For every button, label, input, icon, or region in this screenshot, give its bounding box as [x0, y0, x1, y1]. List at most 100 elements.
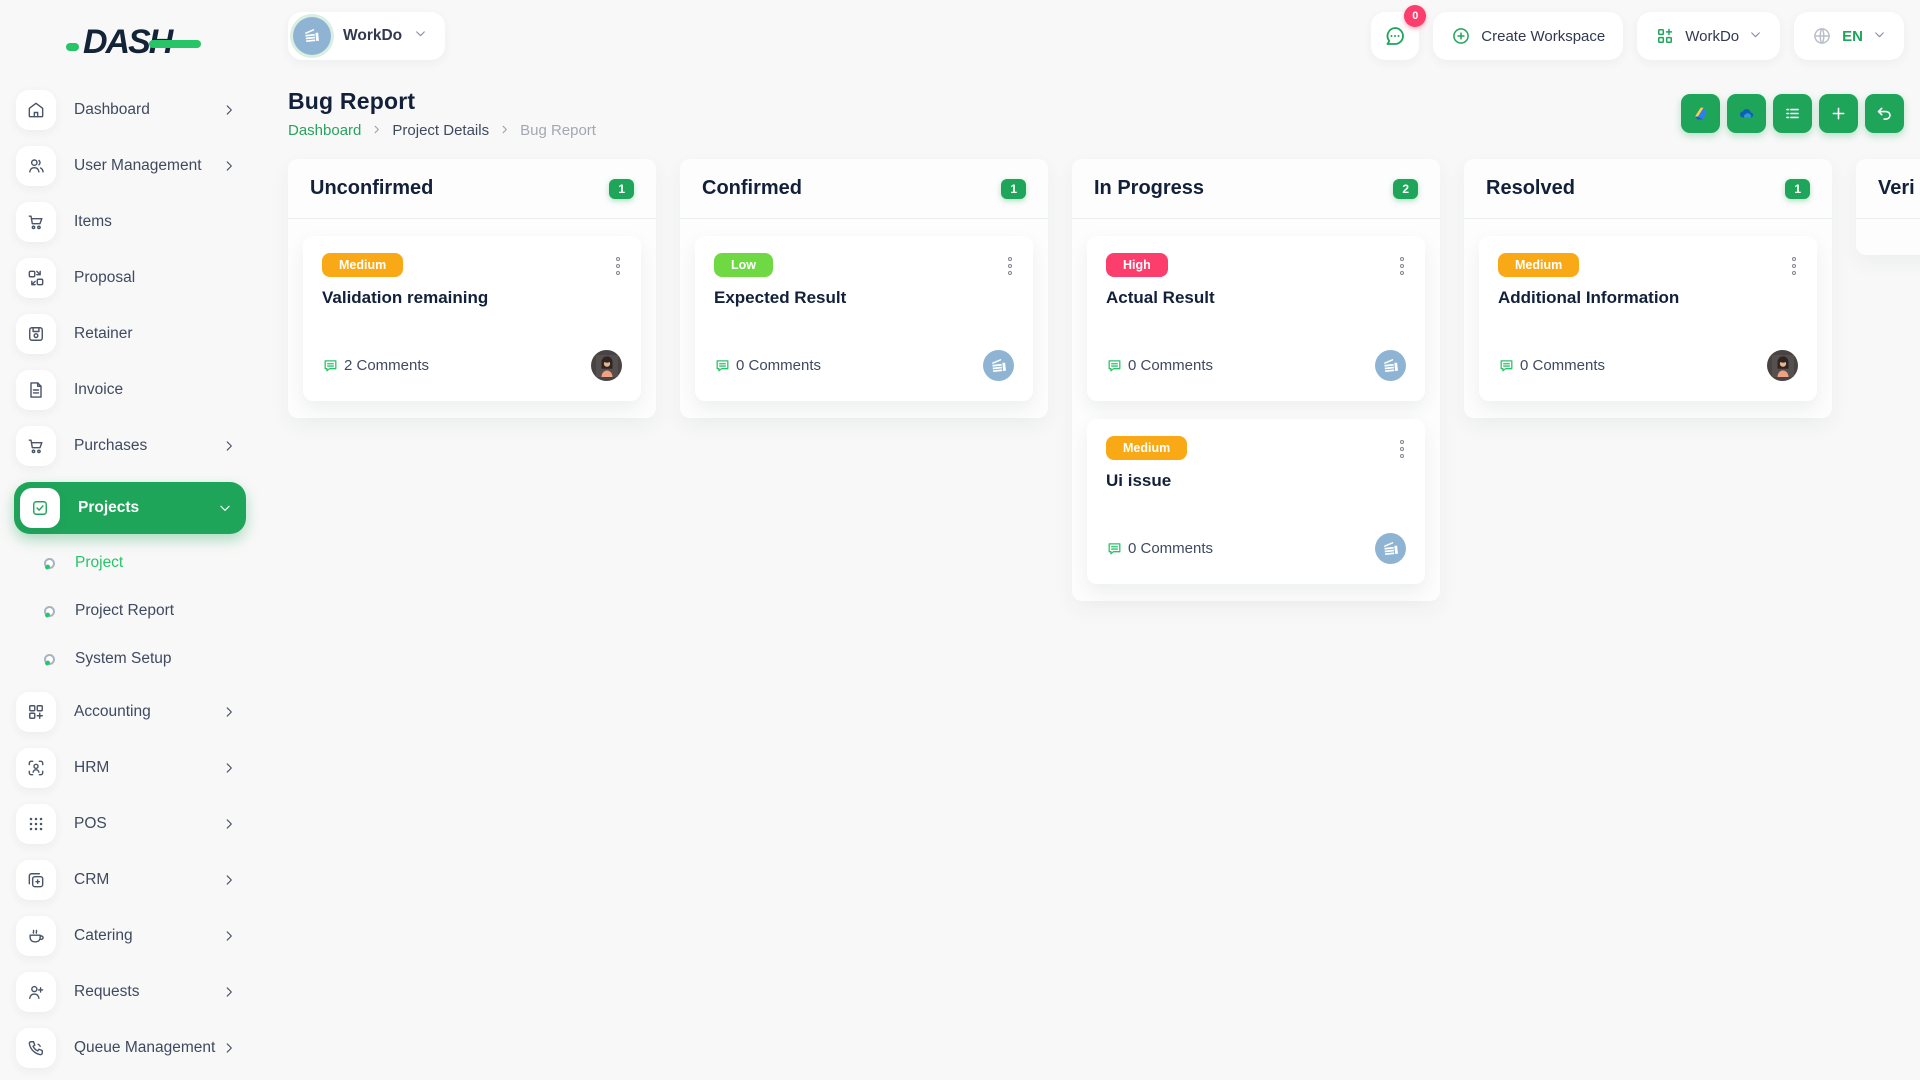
building-avatar-icon — [301, 25, 323, 47]
home-icon — [26, 100, 46, 120]
comment-icon — [1498, 357, 1515, 374]
page-title: Bug Report — [288, 88, 596, 115]
onedrive-button[interactable] — [1727, 94, 1766, 133]
grid-plus-icon — [1655, 26, 1675, 46]
building-avatar — [983, 350, 1014, 381]
chevron-right-icon — [371, 122, 382, 139]
globe-icon — [1812, 26, 1832, 46]
woman-avatar — [591, 350, 622, 381]
kanban-column-unconfirmed: Unconfirmed 1 Medium Validation remainin… — [288, 159, 656, 418]
comment-icon — [714, 357, 731, 374]
chevron-right-icon — [222, 929, 236, 943]
task-card[interactable]: Medium Validation remaining 2 Comments — [303, 236, 641, 401]
sidebar-item-accounting[interactable]: Accounting — [16, 692, 244, 732]
sidebar-item-requests[interactable]: Requests — [16, 972, 244, 1012]
column-title: Veri — [1878, 177, 1915, 200]
sidebar-item-purchases[interactable]: Purchases — [16, 426, 244, 466]
card-menu-button[interactable] — [614, 253, 622, 279]
sidebar-nav: Dashboard User Management Items Proposal… — [0, 90, 260, 1068]
catering-icon — [26, 926, 46, 946]
onedrive-icon — [1737, 104, 1756, 123]
sidebar-item-catering[interactable]: Catering — [16, 916, 244, 956]
chat-icon — [1383, 24, 1407, 48]
comment-icon — [1106, 540, 1123, 557]
plus-circle-icon — [1451, 26, 1471, 46]
hrm-icon — [26, 758, 46, 778]
sidebar-item-user-management[interactable]: User Management — [16, 146, 244, 186]
requests-icon — [26, 982, 46, 1002]
sidebar-item-pos[interactable]: POS — [16, 804, 244, 844]
chevron-right-icon — [222, 1041, 236, 1055]
language-selector[interactable]: EN — [1794, 12, 1904, 60]
card-menu-button[interactable] — [1398, 436, 1406, 462]
sidebar-item-invoice[interactable]: Invoice — [16, 370, 244, 410]
logo-accent-dash — [66, 43, 79, 51]
workspace-name: WorkDo — [343, 27, 402, 45]
card-title: Actual Result — [1106, 288, 1406, 308]
breadcrumb-dashboard[interactable]: Dashboard — [288, 122, 361, 139]
chevron-right-icon — [222, 817, 236, 831]
chevron-down-icon — [218, 501, 232, 515]
chevron-right-icon — [222, 705, 236, 719]
priority-badge: Medium — [1498, 253, 1579, 277]
building-avatar-icon — [1380, 538, 1402, 560]
add-button[interactable] — [1819, 94, 1858, 133]
sidebar-subitem-system-setup[interactable]: System Setup — [44, 644, 244, 674]
sidebar-item-crm[interactable]: CRM — [16, 860, 244, 900]
task-card[interactable]: Medium Additional Information 0 Comments — [1479, 236, 1817, 401]
card-menu-button[interactable] — [1790, 253, 1798, 279]
header-actions — [1681, 94, 1904, 133]
column-title: Confirmed — [702, 177, 802, 200]
submenu-bullet-icon — [44, 606, 55, 617]
chevron-right-icon — [222, 761, 236, 775]
logo-accent-bar — [149, 40, 201, 48]
chevron-right-icon — [222, 873, 236, 887]
workspace-switcher[interactable]: WorkDo — [1637, 12, 1780, 60]
sidebar-subitem-project[interactable]: Project — [44, 548, 244, 578]
task-card[interactable]: High Actual Result 0 Comments — [1087, 236, 1425, 401]
column-count-badge: 1 — [1001, 179, 1026, 199]
card-comments: 0 Comments — [1106, 357, 1213, 374]
task-card[interactable]: Medium Ui issue 0 Comments — [1087, 419, 1425, 584]
plus-icon — [1829, 104, 1848, 123]
cart-icon — [26, 436, 46, 456]
priority-badge: Medium — [322, 253, 403, 277]
main-area: WorkDo 0 Create Workspace WorkDo — [260, 0, 1920, 1080]
proposal-icon — [26, 268, 46, 288]
kanban-column-resolved: Resolved 1 Medium Additional Information… — [1464, 159, 1832, 418]
sidebar-item-items[interactable]: Items — [16, 202, 244, 242]
sidebar-item-proposal[interactable]: Proposal — [16, 258, 244, 298]
create-workspace-button[interactable]: Create Workspace — [1433, 12, 1623, 60]
comment-icon — [322, 357, 339, 374]
queue-icon — [26, 1038, 46, 1058]
card-comments: 0 Comments — [1498, 357, 1605, 374]
sidebar-subitem-project-report[interactable]: Project Report — [44, 596, 244, 626]
column-count-badge: 2 — [1393, 179, 1418, 199]
priority-badge: Low — [714, 253, 773, 277]
retainer-icon — [26, 324, 46, 344]
woman-avatar — [1767, 350, 1798, 381]
sidebar-item-queue-management[interactable]: Queue Management — [16, 1028, 244, 1068]
list-view-button[interactable] — [1773, 94, 1812, 133]
submenu-bullet-icon — [44, 558, 55, 569]
column-count-badge: 1 — [609, 179, 634, 199]
google-drive-button[interactable] — [1681, 94, 1720, 133]
woman-avatar-icon — [1772, 355, 1794, 377]
card-menu-button[interactable] — [1006, 253, 1014, 279]
breadcrumb-project-details[interactable]: Project Details — [392, 122, 489, 139]
pos-icon — [26, 814, 46, 834]
sidebar-item-hrm[interactable]: HRM — [16, 748, 244, 788]
task-card[interactable]: Low Expected Result 0 Comments — [695, 236, 1033, 401]
back-button[interactable] — [1865, 94, 1904, 133]
messages-button[interactable]: 0 — [1371, 12, 1419, 60]
sidebar-item-retainer[interactable]: Retainer — [16, 314, 244, 354]
invoice-icon — [26, 380, 46, 400]
sidebar-item-projects[interactable]: Projects — [14, 482, 246, 534]
dash-logo[interactable]: DASH — [66, 22, 260, 62]
breadcrumb-current: Bug Report — [520, 122, 596, 139]
building-avatar-icon — [1380, 355, 1402, 377]
workspace-avatar — [293, 17, 331, 55]
workspace-selector[interactable]: WorkDo — [288, 12, 445, 60]
sidebar-item-dashboard[interactable]: Dashboard — [16, 90, 244, 130]
card-menu-button[interactable] — [1398, 253, 1406, 279]
